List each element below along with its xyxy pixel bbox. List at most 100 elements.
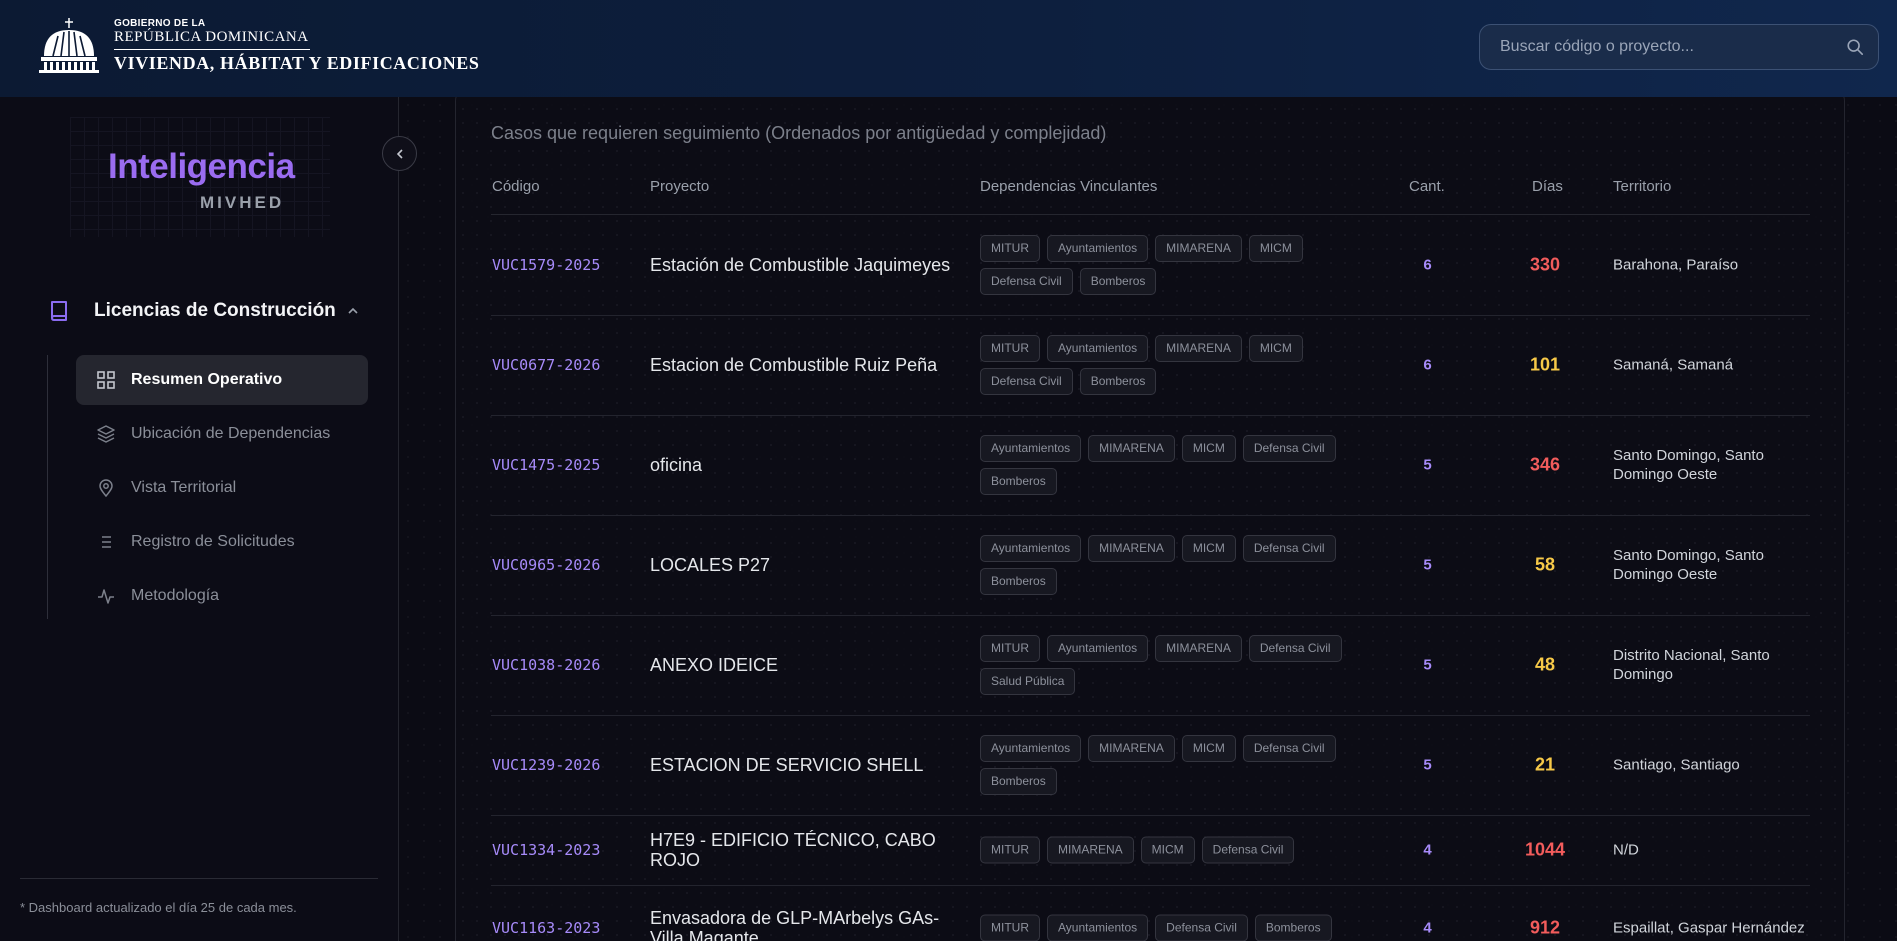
dependency-tag: MITUR bbox=[980, 836, 1040, 864]
table-row-divider bbox=[491, 615, 1810, 616]
sidebar-item-ubicacion-dependencias[interactable]: Ubicación de Dependencias bbox=[76, 409, 368, 459]
dependency-tag: MIMARENA bbox=[1088, 435, 1175, 462]
search-box[interactable] bbox=[1479, 24, 1879, 70]
book-icon bbox=[51, 301, 67, 321]
row-days-value: 21 bbox=[1534, 754, 1556, 775]
gov-line-2: REPÚBLICA DOMINICANA bbox=[114, 29, 309, 45]
dependency-tag: Bomberos bbox=[1079, 368, 1157, 395]
row-territory: Samaná, Samaná bbox=[1613, 356, 1734, 374]
update-footnote: * Dashboard actualizado el día 25 de cad… bbox=[20, 900, 297, 915]
dependency-tag: Ayuntamientos bbox=[1047, 635, 1149, 662]
row-days-value: 330 bbox=[1529, 254, 1561, 275]
row-dependency-count: 4 bbox=[1423, 841, 1432, 859]
column-header-dependencias[interactable]: Dependencias Vinculantes bbox=[980, 178, 1157, 195]
row-dependency-tags: MITUR MIMARENA MICM Defensa Civil bbox=[980, 836, 1350, 864]
sidebar-item-vista-territorial[interactable]: Vista Territorial bbox=[76, 463, 368, 513]
row-code-link[interactable]: VUC0965-2026 bbox=[492, 556, 600, 574]
dependency-tag: MICM bbox=[1181, 535, 1236, 562]
collapse-sidebar-button[interactable] bbox=[382, 136, 417, 171]
dependency-tag: MIMARENA bbox=[1155, 335, 1242, 362]
row-project-name: Envasadora de GLP-MArbelys GAs-Villa Mag… bbox=[650, 908, 940, 941]
row-days-value: 101 bbox=[1529, 354, 1561, 375]
sidebar-item-registro-solicitudes[interactable]: Registro de Solicitudes bbox=[76, 517, 368, 567]
table-row-divider bbox=[491, 715, 1810, 716]
sidebar-item-metodologia[interactable]: Metodología bbox=[76, 571, 368, 621]
search-icon[interactable] bbox=[1846, 38, 1864, 56]
row-territory: Espaillat, Gaspar Hernández bbox=[1613, 919, 1805, 937]
row-dependency-tags: Ayuntamientos MIMARENA MICM Defensa Civil Bo… bbox=[980, 435, 1350, 495]
row-code-link[interactable]: VUC1475-2025 bbox=[492, 456, 600, 474]
row-territory: Santo Domingo, Santo Domingo Oeste bbox=[1613, 547, 1764, 583]
row-territory: N/D bbox=[1613, 841, 1639, 859]
table-row-divider bbox=[491, 515, 1810, 516]
row-project-name: H7E9 - EDIFICIO TÉCNICO, CABO ROJO bbox=[650, 830, 936, 870]
dependency-tag: MIMARENA bbox=[1155, 635, 1242, 662]
dependency-tag: Bomberos bbox=[980, 568, 1057, 595]
row-code-link[interactable]: VUC1239-2026 bbox=[492, 756, 600, 774]
column-header-territorio[interactable]: Territorio bbox=[1613, 178, 1671, 195]
table-header-divider bbox=[491, 214, 1810, 215]
row-dependency-tags: MITUR Ayuntamientos MIMARENA MICM Defensa Ci… bbox=[980, 335, 1350, 395]
dependency-tag: Ayuntamientos bbox=[1047, 914, 1149, 941]
column-header-cant[interactable]: Cant. bbox=[1409, 178, 1445, 195]
row-project-name: ANEXO IDEICE bbox=[650, 655, 779, 675]
row-project-name: Estacion de Combustible Ruiz Peña bbox=[650, 355, 938, 375]
search-input[interactable] bbox=[1480, 25, 1840, 69]
row-territory: Distrito Nacional, Santo Domingo bbox=[1613, 647, 1770, 683]
government-dome-logo-icon bbox=[39, 18, 99, 73]
dependency-tag: Ayuntamientos bbox=[980, 735, 1082, 762]
dependency-tag: MICM bbox=[1248, 235, 1303, 262]
dependency-tag: MIMARENA bbox=[1047, 836, 1134, 864]
dependency-tag: MITUR bbox=[980, 914, 1040, 941]
row-code-link[interactable]: VUC1579-2025 bbox=[492, 256, 600, 274]
chevron-left-icon bbox=[396, 148, 403, 159]
dependency-tag: Ayuntamientos bbox=[980, 535, 1082, 562]
column-header-dias[interactable]: Días bbox=[1532, 178, 1563, 195]
dashboard-grid-icon bbox=[97, 371, 115, 389]
dependency-tag: Ayuntamientos bbox=[980, 435, 1082, 462]
row-dependency-tags: MITUR Ayuntamientos Defensa Civil Bomberos bbox=[980, 914, 1350, 941]
brand-title: Inteligencia bbox=[108, 147, 295, 186]
government-wordmark: GOBIERNO DE LA REPÚBLICA DOMINICANA VIVI… bbox=[114, 18, 480, 73]
row-dependency-tags: MITUR Ayuntamientos MIMARENA Defensa Civil S… bbox=[980, 635, 1350, 695]
dependency-tag: Defensa Civil bbox=[1201, 836, 1295, 864]
dependency-tag: Defensa Civil bbox=[1242, 535, 1336, 562]
wordmark-divider bbox=[114, 49, 310, 50]
row-dependency-tags: MITUR Ayuntamientos MIMARENA MICM Defensa Ci… bbox=[980, 235, 1350, 295]
dependency-tag: Defensa Civil bbox=[1242, 435, 1336, 462]
dependency-tag: MICM bbox=[1140, 836, 1195, 864]
dependency-tag: Defensa Civil bbox=[1155, 914, 1248, 941]
row-dependency-count: 4 bbox=[1423, 919, 1432, 937]
row-code-link[interactable]: VUC1038-2026 bbox=[492, 656, 600, 674]
activity-icon bbox=[98, 589, 114, 604]
dependency-tag: Defensa Civil bbox=[1242, 735, 1336, 762]
row-territory: Barahona, Paraíso bbox=[1613, 256, 1739, 274]
row-code-link[interactable]: VUC0677-2026 bbox=[492, 356, 600, 374]
row-dependency-count: 5 bbox=[1423, 656, 1432, 674]
sidebar-item-label: Resumen Operativo bbox=[131, 371, 283, 388]
chevron-up-icon bbox=[348, 307, 358, 314]
gov-line-1: GOBIERNO DE LA bbox=[114, 18, 206, 29]
sidebar-item-label: Ubicación de Dependencias bbox=[131, 425, 331, 442]
row-dependency-count: 6 bbox=[1423, 256, 1432, 274]
top-header: GOBIERNO DE LA REPÚBLICA DOMINICANA VIVI… bbox=[0, 0, 1897, 97]
layers-icon bbox=[97, 425, 115, 443]
dependency-tag: Ayuntamientos bbox=[1047, 235, 1149, 262]
nav-section-licencias[interactable]: Licencias de Construcción bbox=[48, 296, 360, 326]
row-code-link[interactable]: VUC1334-2023 bbox=[492, 841, 600, 859]
sidebar-divider bbox=[20, 878, 378, 879]
column-header-proyecto[interactable]: Proyecto bbox=[650, 178, 709, 195]
row-project-name: oficina bbox=[650, 455, 703, 475]
row-code-link[interactable]: VUC1163-2023 bbox=[492, 919, 600, 937]
sidebar: Inteligencia MIVHED Licencias de Constru… bbox=[0, 97, 399, 941]
sidebar-item-resumen-operativo[interactable]: Resumen Operativo bbox=[76, 355, 368, 405]
dependency-tag: MICM bbox=[1248, 335, 1303, 362]
dependency-tag: MITUR bbox=[980, 335, 1040, 362]
sidebar-item-label: Vista Territorial bbox=[131, 479, 237, 496]
row-days-value: 58 bbox=[1534, 554, 1556, 575]
dependency-tag: Bomberos bbox=[1079, 268, 1157, 295]
row-dependency-count: 6 bbox=[1423, 356, 1432, 374]
map-pin-icon bbox=[99, 479, 113, 498]
nav-tree-line bbox=[47, 355, 48, 619]
column-header-codigo[interactable]: Código bbox=[492, 178, 540, 195]
